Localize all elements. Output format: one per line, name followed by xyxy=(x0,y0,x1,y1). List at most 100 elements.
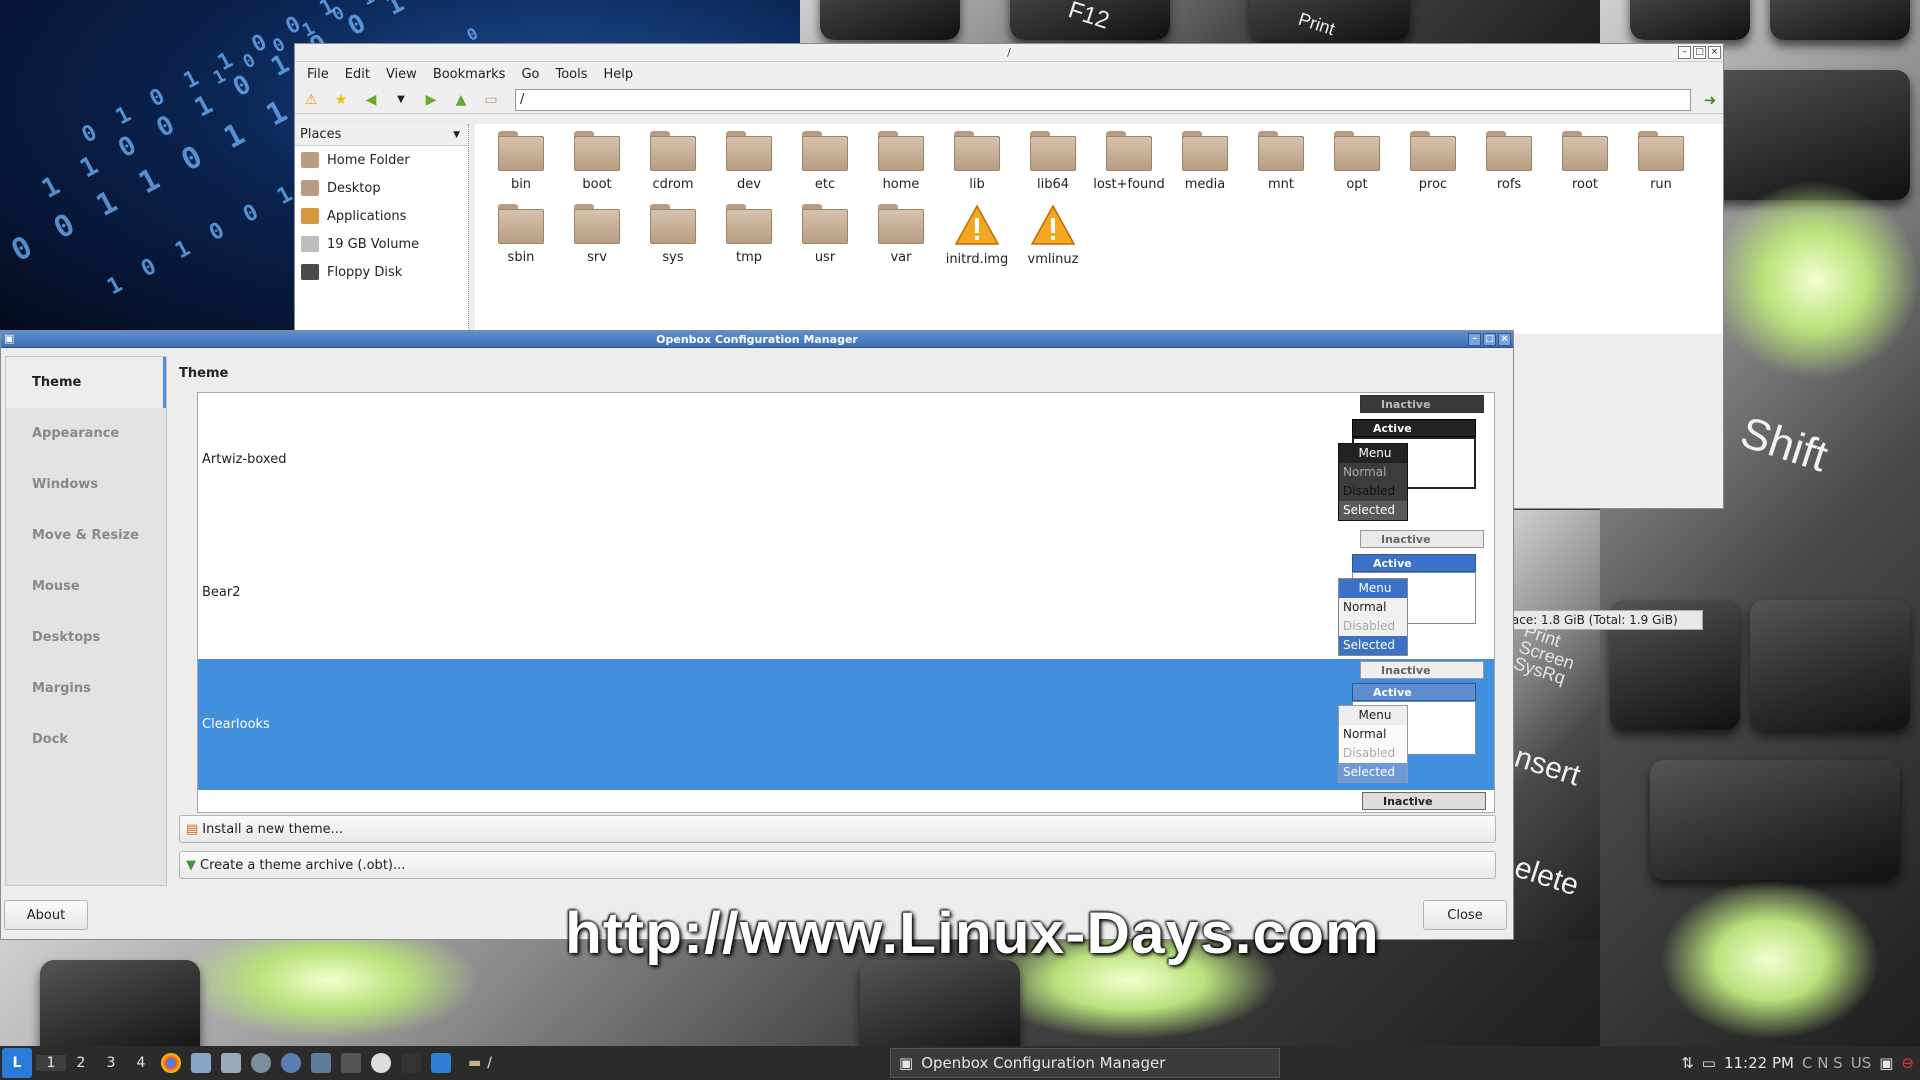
keyboard-layout[interactable]: US xyxy=(1851,1054,1872,1072)
tab-mouse[interactable]: Mouse xyxy=(6,561,166,612)
settings-icon[interactable] xyxy=(251,1053,271,1073)
menu-go[interactable]: Go xyxy=(513,67,547,82)
theme-row-bear2[interactable]: Bear2 Inactive Active Menu Normal Disabl… xyxy=(198,526,1494,659)
place-home-folder[interactable]: Home Folder xyxy=(295,146,468,174)
file-item-initrd-img[interactable]: initrd.img xyxy=(939,199,1015,271)
history-dropdown-icon[interactable]: ▼ xyxy=(389,89,413,111)
file-item-proc[interactable]: proc xyxy=(1395,126,1471,198)
applications-icon xyxy=(301,208,319,224)
file-item-var[interactable]: var xyxy=(863,199,939,271)
file-item-sys[interactable]: sys xyxy=(635,199,711,271)
file-item-home[interactable]: home xyxy=(863,126,939,198)
tab-desktops[interactable]: Desktops xyxy=(6,612,166,663)
file-item-etc[interactable]: etc xyxy=(787,126,863,198)
broken-link-warning-icon xyxy=(1030,204,1076,246)
app-icon[interactable] xyxy=(401,1053,421,1073)
file-item-vmlinuz[interactable]: vmlinuz xyxy=(1015,199,1091,271)
close-button[interactable]: × xyxy=(1708,46,1721,59)
file-item-tmp[interactable]: tmp xyxy=(711,199,787,271)
window-menu-icon[interactable]: ▣ xyxy=(4,332,14,345)
chevron-down-icon[interactable]: ▼ xyxy=(453,130,460,140)
file-item-mnt[interactable]: mnt xyxy=(1243,126,1319,198)
tab-dock[interactable]: Dock xyxy=(6,714,166,765)
file-item-cdrom[interactable]: cdrom xyxy=(635,126,711,198)
create-archive-button[interactable]: ▼ Create a theme archive (.obt)... xyxy=(179,851,1496,879)
place-floppy[interactable]: Floppy Disk xyxy=(295,258,468,286)
maximize-button[interactable]: □ xyxy=(1693,46,1706,59)
minimize-button[interactable]: – xyxy=(1468,333,1481,346)
workspace-3[interactable]: 3 xyxy=(96,1055,126,1071)
show-desktop-icon[interactable]: ▣ xyxy=(1879,1054,1893,1072)
file-item-root[interactable]: root xyxy=(1547,126,1623,198)
download-icon[interactable] xyxy=(431,1053,451,1073)
workspace-1[interactable]: 1 xyxy=(36,1055,66,1071)
menu-help[interactable]: Help xyxy=(596,67,642,82)
file-manager-icon[interactable] xyxy=(191,1053,211,1073)
menu-edit[interactable]: Edit xyxy=(337,67,378,82)
network-arrows-icon[interactable]: ⇅ xyxy=(1681,1054,1694,1072)
up-arrow-icon[interactable]: ▲ xyxy=(449,89,473,111)
start-menu-icon[interactable]: L xyxy=(2,1048,32,1078)
menu-view[interactable]: View xyxy=(378,67,425,82)
file-item-bin[interactable]: bin xyxy=(483,126,559,198)
theme-row-clearlooks[interactable]: Clearlooks Inactive Active Menu Normal D… xyxy=(198,659,1494,790)
folder-icon[interactable]: ▭ xyxy=(479,89,503,111)
clock[interactable]: 11:22 PM xyxy=(1724,1054,1794,1072)
warning-icon[interactable]: ⚠ xyxy=(299,89,323,111)
theme-list[interactable]: Artwiz-boxed Inactive Active Menu Normal… xyxy=(197,392,1495,813)
close-dialog-button[interactable]: Close xyxy=(1423,900,1507,930)
file-item-boot[interactable]: boot xyxy=(559,126,635,198)
minimize-button[interactable]: – xyxy=(1678,46,1691,59)
file-item-lib[interactable]: lib xyxy=(939,126,1015,198)
file-item-rofs[interactable]: rofs xyxy=(1471,126,1547,198)
menu-tools[interactable]: Tools xyxy=(547,67,595,82)
desktop-icon[interactable] xyxy=(221,1053,241,1073)
workspace-4[interactable]: 4 xyxy=(126,1055,156,1071)
logout-icon[interactable]: ⊖ xyxy=(1901,1054,1914,1072)
file-item-dev[interactable]: dev xyxy=(711,126,787,198)
task-obconf[interactable]: ▣ Openbox Configuration Manager xyxy=(890,1048,1280,1078)
file-item-lib64[interactable]: lib64 xyxy=(1015,126,1091,198)
places-header[interactable]: Places ▼ xyxy=(295,124,468,146)
file-item-opt[interactable]: opt xyxy=(1319,126,1395,198)
folder-icon xyxy=(1182,131,1228,171)
tab-appearance[interactable]: Appearance xyxy=(6,408,166,459)
network-icon[interactable] xyxy=(281,1053,301,1073)
place-desktop[interactable]: Desktop xyxy=(295,174,468,202)
go-icon[interactable]: ➜ xyxy=(1697,89,1723,111)
taskbar-folder[interactable]: ▬ / xyxy=(468,1055,492,1071)
file-item-run[interactable]: run xyxy=(1623,126,1699,198)
menu-bookmarks[interactable]: Bookmarks xyxy=(425,67,514,82)
forward-arrow-icon[interactable]: ▶ xyxy=(419,89,443,111)
broken-link-warning-icon xyxy=(954,204,1000,246)
file-item-srv[interactable]: srv xyxy=(559,199,635,271)
media-icon[interactable] xyxy=(371,1053,391,1073)
menu-file[interactable]: File xyxy=(299,67,337,82)
maximize-button[interactable]: □ xyxy=(1483,333,1496,346)
create-archive-label: Create a theme archive (.obt)... xyxy=(200,857,406,873)
file-item-media[interactable]: media xyxy=(1167,126,1243,198)
clipboard-icon[interactable]: ▭ xyxy=(1702,1054,1716,1072)
tools-icon[interactable] xyxy=(311,1053,331,1073)
file-manager-titlebar[interactable]: / – □ × xyxy=(295,44,1723,62)
tab-theme[interactable]: Theme xyxy=(6,357,166,408)
chromium-icon[interactable] xyxy=(161,1053,181,1073)
tab-margins[interactable]: Margins xyxy=(6,663,166,714)
back-arrow-icon[interactable]: ◀ xyxy=(359,89,383,111)
tab-move-resize[interactable]: Move & Resize xyxy=(6,510,166,561)
terminal-icon[interactable] xyxy=(341,1053,361,1073)
new-tab-icon[interactable]: ★ xyxy=(329,89,353,111)
install-theme-button[interactable]: ▤ Install a new theme... xyxy=(179,815,1496,843)
close-button[interactable]: × xyxy=(1498,333,1511,346)
file-item-sbin[interactable]: sbin xyxy=(483,199,559,271)
obconf-titlebar[interactable]: ▣ Openbox Configuration Manager – □ × xyxy=(1,331,1513,348)
theme-row-artwiz-boxed[interactable]: Artwiz-boxed Inactive Active Menu Normal… xyxy=(198,393,1494,526)
file-item-lost-found[interactable]: lost+found xyxy=(1091,126,1167,198)
about-button[interactable]: About xyxy=(4,900,88,930)
tab-windows[interactable]: Windows xyxy=(6,459,166,510)
address-bar[interactable]: / xyxy=(515,88,1691,111)
file-item-usr[interactable]: usr xyxy=(787,199,863,271)
place-applications[interactable]: Applications xyxy=(295,202,468,230)
workspace-2[interactable]: 2 xyxy=(66,1055,96,1071)
place-volume[interactable]: 19 GB Volume xyxy=(295,230,468,258)
